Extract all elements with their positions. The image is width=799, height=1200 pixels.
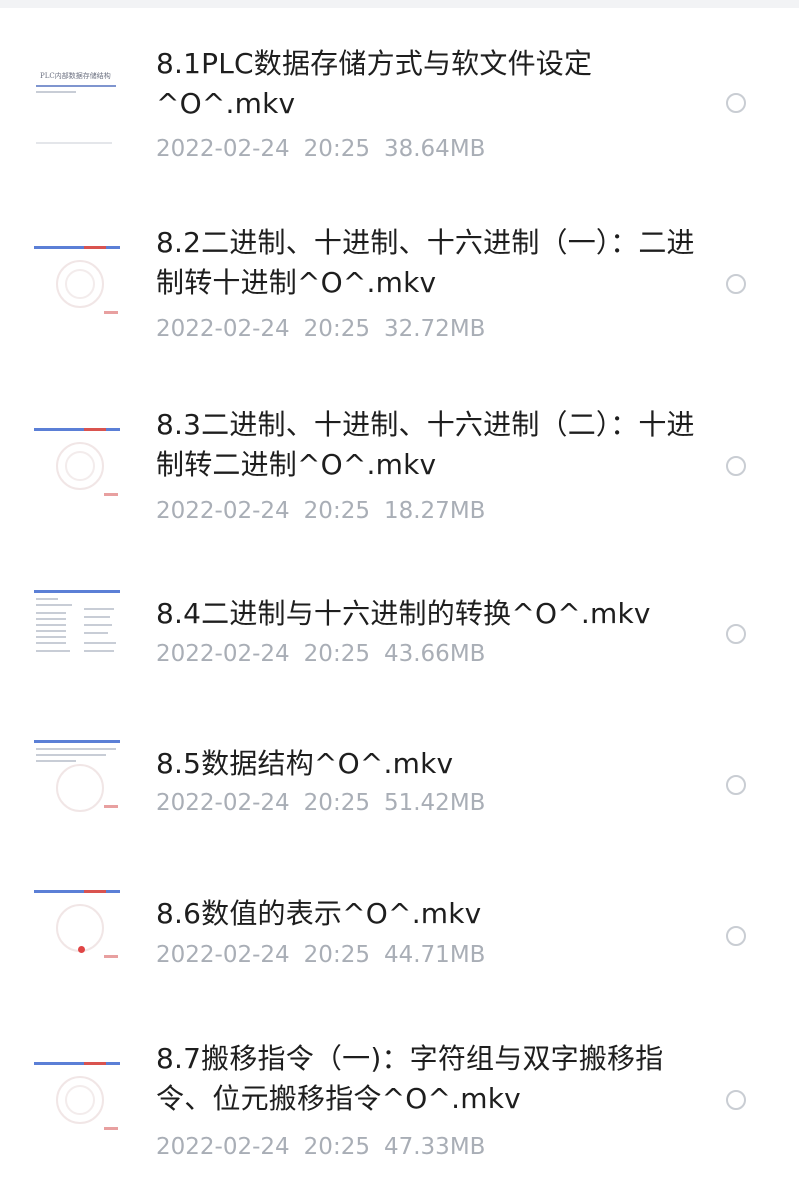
file-meta: 2022-02-24 20:25 51.42MB bbox=[156, 788, 499, 818]
file-size: 44.71MB bbox=[383, 942, 486, 968]
video-thumbnail: PLC内部数据存储结构 bbox=[34, 68, 120, 146]
file-meta: 2022-02-24 20:25 44.71MB bbox=[156, 940, 499, 970]
file-time: 20:25 bbox=[303, 641, 370, 667]
select-radio[interactable] bbox=[726, 456, 746, 476]
file-meta: 2022-02-24 20:25 32.72MB bbox=[156, 314, 499, 344]
file-title: 8.1PLC数据存储方式与软文件设定^O^.mkv bbox=[156, 47, 593, 120]
file-date: 2022-02-24 bbox=[156, 316, 290, 342]
file-date: 2022-02-24 bbox=[156, 641, 290, 667]
file-time: 20:25 bbox=[303, 136, 370, 162]
select-radio[interactable] bbox=[726, 624, 746, 644]
file-time: 20:25 bbox=[303, 1134, 370, 1160]
video-thumbnail bbox=[34, 242, 120, 320]
video-thumbnail bbox=[34, 586, 120, 664]
file-size: 32.72MB bbox=[383, 316, 486, 342]
file-title: 8.4二进制与十六进制的转换^O^.mkv bbox=[156, 597, 651, 630]
file-title: 8.6数值的表示^O^.mkv bbox=[156, 897, 482, 930]
file-date: 2022-02-24 bbox=[156, 498, 290, 524]
file-meta: 2022-02-24 20:25 47.33MB bbox=[156, 1132, 499, 1162]
select-radio[interactable] bbox=[726, 1090, 746, 1110]
thumbnail-caption: PLC内部数据存储结构 bbox=[40, 72, 111, 80]
select-radio[interactable] bbox=[726, 926, 746, 946]
file-time: 20:25 bbox=[303, 498, 370, 524]
file-title: 8.3二进制、十进制、十六进制（二）：十进制转二进制^O^.mkv bbox=[156, 408, 695, 481]
select-radio[interactable] bbox=[726, 93, 746, 113]
file-size: 47.33MB bbox=[383, 1134, 486, 1160]
file-time: 20:25 bbox=[303, 790, 370, 816]
file-meta: 2022-02-24 20:25 43.66MB bbox=[156, 639, 499, 669]
file-date: 2022-02-24 bbox=[156, 942, 290, 968]
file-title: 8.5数据结构^O^.mkv bbox=[156, 747, 454, 780]
file-size: 38.64MB bbox=[383, 136, 486, 162]
file-time: 20:25 bbox=[303, 942, 370, 968]
file-size: 18.27MB bbox=[383, 498, 486, 524]
file-title: 8.7搬移指令（一)：字符组与双字搬移指令、位元搬移指令^O^.mkv bbox=[156, 1042, 664, 1115]
video-thumbnail bbox=[34, 736, 120, 814]
file-meta: 2022-02-24 20:25 38.64MB bbox=[156, 134, 499, 164]
video-thumbnail bbox=[34, 886, 120, 964]
file-date: 2022-02-24 bbox=[156, 790, 290, 816]
file-date: 2022-02-24 bbox=[156, 1134, 290, 1160]
file-size: 51.42MB bbox=[383, 790, 486, 816]
video-thumbnail bbox=[34, 1058, 120, 1136]
select-radio[interactable] bbox=[726, 274, 746, 294]
file-title: 8.2二进制、十进制、十六进制（一）：二进制转十进制^O^.mkv bbox=[156, 226, 695, 299]
file-date: 2022-02-24 bbox=[156, 136, 290, 162]
video-thumbnail bbox=[34, 424, 120, 502]
marker-dot bbox=[78, 946, 85, 953]
top-divider bbox=[0, 0, 799, 8]
file-time: 20:25 bbox=[303, 316, 370, 342]
file-size: 43.66MB bbox=[383, 641, 486, 667]
file-meta: 2022-02-24 20:25 18.27MB bbox=[156, 496, 499, 526]
select-radio[interactable] bbox=[726, 775, 746, 795]
